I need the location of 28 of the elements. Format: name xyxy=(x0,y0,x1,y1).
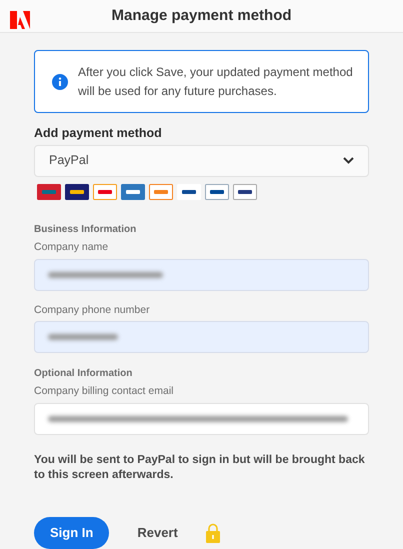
chevron-down-icon xyxy=(343,157,354,164)
lock-icon xyxy=(206,523,220,543)
card-logo-icon xyxy=(37,184,61,200)
field-label: Add payment method xyxy=(34,125,163,142)
revert-button[interactable]: Revert xyxy=(137,523,178,543)
card-logo-icon xyxy=(233,184,257,200)
card-logo-icon xyxy=(177,184,201,200)
info-icon xyxy=(52,74,68,90)
page-title: Manage payment method xyxy=(111,6,292,26)
blurred-value xyxy=(48,334,118,340)
field-label: Company name xyxy=(34,240,110,255)
section-heading: Business Information xyxy=(34,222,138,237)
text-field[interactable] xyxy=(34,321,369,354)
sign-in-button[interactable]: Sign In xyxy=(34,517,110,549)
field-label: Company phone number xyxy=(34,302,151,318)
section-heading: Optional Information xyxy=(34,367,134,382)
text-field[interactable] xyxy=(34,403,369,435)
card-logo-icon xyxy=(93,184,117,200)
logo-icon xyxy=(10,11,30,29)
text-field[interactable] xyxy=(34,258,369,290)
notice-text: After you click Save, your updated payment method will be used for any future purchases. xyxy=(78,64,354,100)
field-label: Company billing contact email xyxy=(34,384,174,400)
redirect-note: You will be sent to PayPal to sign in but will be brought back to this screen afterwards. xyxy=(34,453,366,483)
card-logo-icon xyxy=(121,184,145,200)
payment-dropdown[interactable]: PayPal xyxy=(34,144,369,177)
card-logo-icon xyxy=(149,184,173,200)
card-logo-icon xyxy=(205,184,229,200)
card-logo-icon xyxy=(65,184,89,200)
